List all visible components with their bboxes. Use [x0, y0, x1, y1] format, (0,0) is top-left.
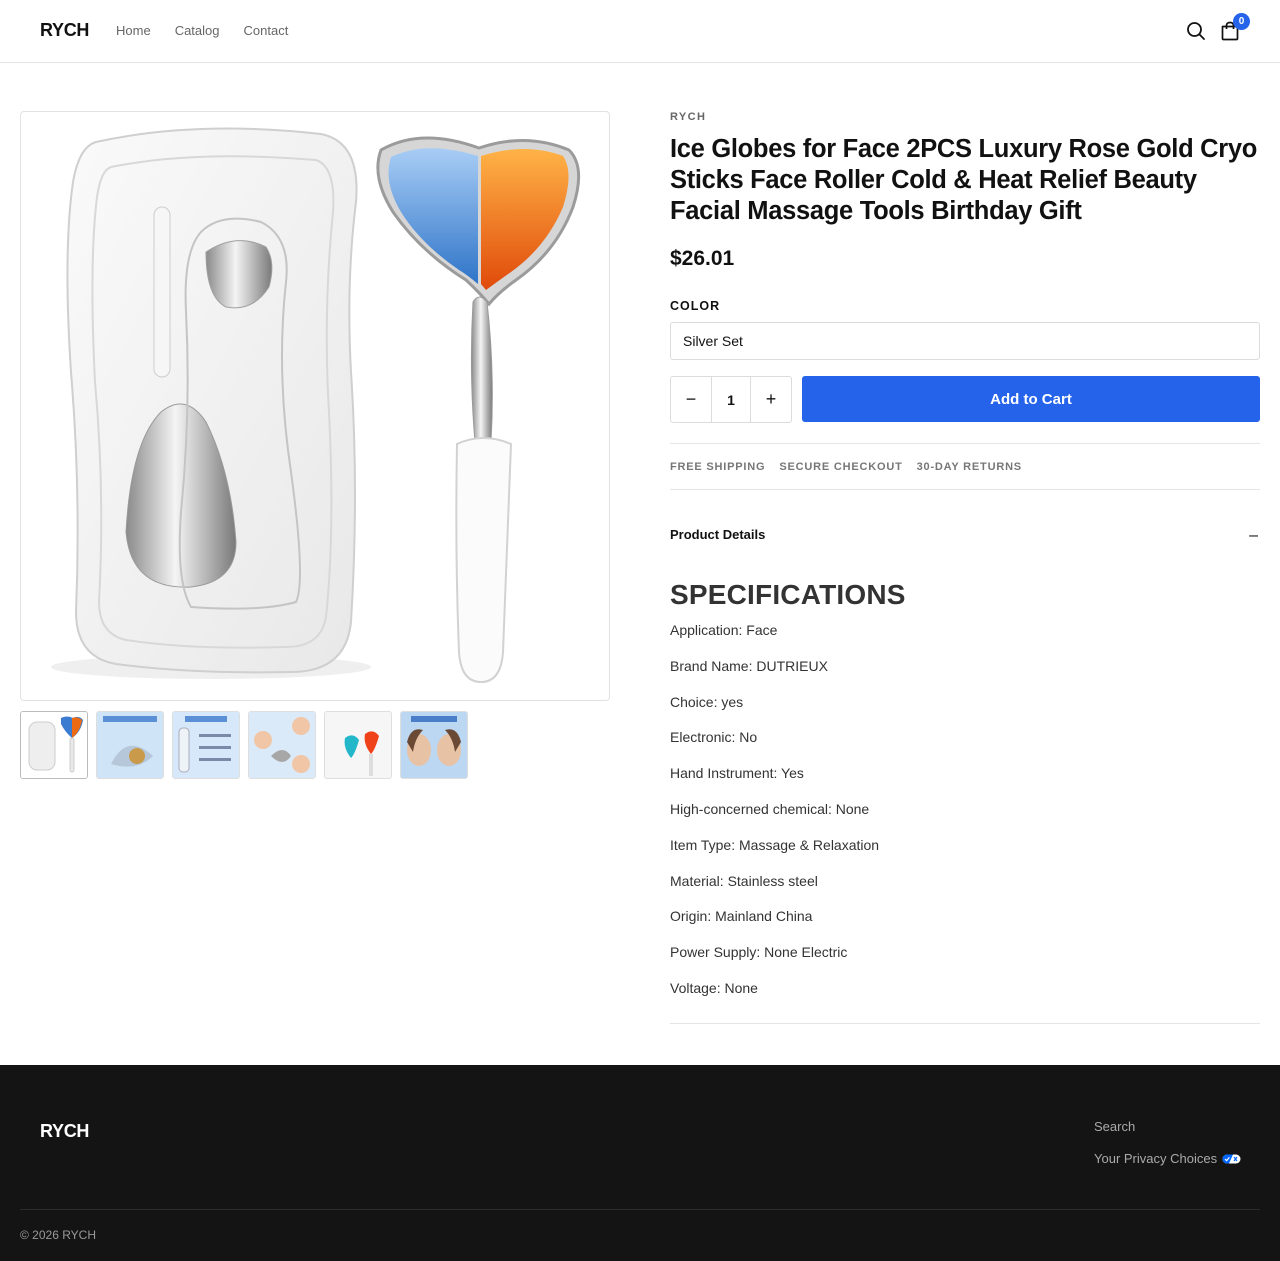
product-details-label: Product Details: [670, 527, 766, 542]
thumbnail-strip: [20, 711, 468, 779]
specifications-heading: SPECIFICATIONS: [670, 579, 906, 610]
add-to-cart-button[interactable]: Add to Cart: [802, 376, 1260, 422]
product-title: Ice Globes for Face 2PCS Luxury Rose Gol…: [670, 135, 1258, 225]
thumbnail-1[interactable]: [20, 711, 88, 779]
product-vendor: RYCH: [670, 111, 707, 123]
spec-item: Choice: yes: [670, 693, 744, 710]
copyright-text: © 2026 RYCH: [20, 1228, 96, 1242]
footer-link-privacy-label: Your Privacy Choices: [1094, 1151, 1218, 1166]
spec-item: Voltage: None: [670, 979, 758, 996]
site-footer: RYCH Search Your Privacy Choices © 2026 …: [0, 1065, 1280, 1261]
spec-item: Electronic: No: [670, 729, 758, 746]
thumbnail-5[interactable]: [324, 711, 392, 779]
specifications-list: Application: Face Brand Name: DUTRIEUX C…: [670, 621, 1260, 1015]
nav-catalog[interactable]: Catalog: [175, 23, 220, 38]
divider: [670, 1022, 1260, 1024]
site-header: RYCH Home Catalog Contact 0: [0, 0, 1280, 63]
quantity-stepper: − 1 +: [670, 376, 792, 423]
badge-free-shipping: FREE SHIPPING: [670, 460, 766, 473]
spec-item: Power Supply: None Electric: [670, 944, 848, 961]
buy-row: − 1 + Add to Cart: [670, 376, 1260, 423]
spec-item: Item Type: Massage & Relaxation: [670, 836, 880, 853]
spec-item: Material: Stainless steel: [670, 872, 818, 889]
nav-contact[interactable]: Contact: [244, 23, 289, 38]
footer-logo[interactable]: RYCH: [40, 1121, 89, 1142]
footer-divider: [20, 1209, 1260, 1210]
spec-item: Brand Name: DUTRIEUX: [670, 657, 828, 674]
product-photo: [51, 127, 581, 684]
product-price: $26.01: [670, 247, 735, 270]
spec-item: Origin: Mainland China: [670, 908, 813, 925]
thumbnail-6[interactable]: [400, 711, 468, 779]
spec-item: Application: Face: [670, 622, 778, 638]
badge-secure-checkout: SECURE CHECKOUT: [779, 460, 903, 473]
site-logo[interactable]: RYCH: [40, 20, 89, 41]
quantity-plus-button[interactable]: +: [751, 377, 791, 422]
thumbnail-2[interactable]: [96, 711, 164, 779]
privacy-choices-icon: [1222, 1154, 1241, 1163]
cart-count-badge: 0: [1233, 13, 1250, 30]
collapse-icon[interactable]: –: [1249, 527, 1258, 545]
product-info: RYCH Ice Globes for Face 2PCS Luxury Ros…: [670, 111, 1260, 1024]
main-nav: Home Catalog Contact: [116, 23, 288, 38]
thumbnail-4[interactable]: [248, 711, 316, 779]
thumbnail-3[interactable]: [172, 711, 240, 779]
product-main-image[interactable]: [20, 111, 610, 701]
badge-returns: 30-DAY RETURNS: [916, 460, 1022, 473]
trust-badges: FREE SHIPPING SECURE CHECKOUT 30-DAY RET…: [670, 443, 1260, 490]
spec-item: Hand Instrument: Yes: [670, 765, 804, 782]
footer-link-search[interactable]: Search: [1094, 1119, 1241, 1134]
product-details-accordion[interactable]: Product Details –: [670, 527, 1260, 545]
search-icon[interactable]: [1185, 20, 1207, 42]
nav-home[interactable]: Home: [116, 23, 151, 38]
footer-link-privacy[interactable]: Your Privacy Choices: [1094, 1151, 1241, 1166]
color-option-label: COLOR: [670, 299, 721, 313]
color-select[interactable]: Silver Set: [670, 322, 1260, 360]
quantity-input[interactable]: 1: [711, 377, 751, 422]
footer-links: Search Your Privacy Choices: [1094, 1119, 1241, 1183]
quantity-minus-button[interactable]: −: [671, 377, 711, 422]
spec-item: High-concerned chemical: None: [670, 800, 870, 817]
footer-link-search-label: Search: [1094, 1119, 1136, 1134]
